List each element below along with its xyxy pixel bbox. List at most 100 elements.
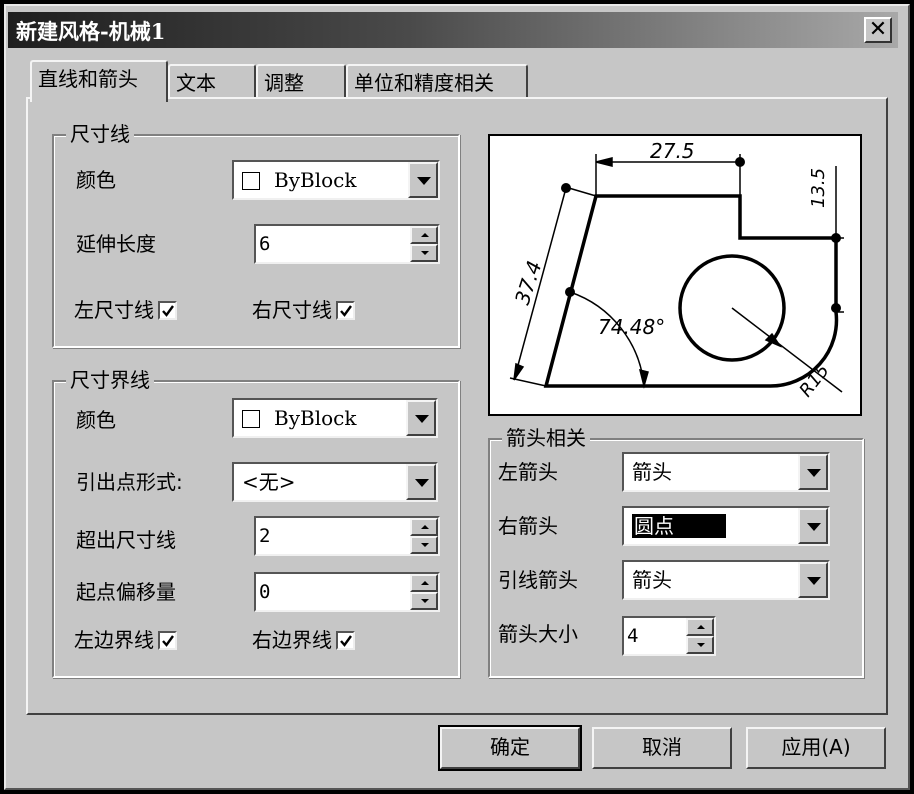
- leader-arrow-select[interactable]: 箭头: [622, 560, 830, 600]
- group-title: 尺寸界线: [66, 368, 154, 392]
- dim-dot: [565, 287, 575, 297]
- tab-lines-arrows[interactable]: 直线和箭头: [30, 60, 168, 102]
- tab-label: 单位和精度相关: [354, 71, 494, 95]
- cancel-button[interactable]: 取消: [592, 727, 732, 769]
- select-value: 箭头: [632, 568, 672, 592]
- check-icon: [340, 635, 352, 647]
- stepper-value: 4: [627, 625, 639, 647]
- left-dimline-label: 左尺寸线: [74, 298, 154, 322]
- spin-up-button[interactable]: [686, 618, 714, 636]
- check-icon: [340, 305, 352, 317]
- button-label: 取消: [642, 735, 682, 759]
- offset-label: 起点偏移量: [76, 580, 176, 604]
- spin-up-button[interactable]: [410, 518, 438, 536]
- right-extline-checkbox[interactable]: [336, 631, 355, 650]
- left-dimline-checkbox[interactable]: [158, 301, 177, 320]
- check-icon: [162, 635, 174, 647]
- part-outline: [543, 194, 839, 388]
- dim-dot: [831, 233, 841, 243]
- right-arrow-label: 右箭头: [498, 514, 558, 538]
- origin-form-label: 引出点形式:: [76, 470, 183, 494]
- arrow-down-icon: [421, 251, 429, 255]
- select-value: ByBlock: [274, 168, 357, 192]
- arrow-size-stepper[interactable]: 4: [622, 616, 716, 656]
- dropdown-button[interactable]: [798, 508, 828, 544]
- button-label: 应用(A): [781, 735, 851, 759]
- group-title: 尺寸线: [66, 122, 134, 146]
- spin-up-button[interactable]: [410, 226, 438, 244]
- dropdown-button[interactable]: [406, 464, 436, 500]
- dimline-color-label: 颜色: [76, 168, 116, 192]
- window-title: 新建风格-机械1: [16, 19, 166, 44]
- stepper-value: 6: [259, 233, 271, 255]
- arrow-down-icon: [421, 543, 429, 547]
- arrow-up-icon: [421, 581, 429, 585]
- left-arrow-select[interactable]: 箭头: [622, 452, 830, 492]
- arrow-up-icon: [421, 233, 429, 237]
- arrow-up-icon: [421, 525, 429, 529]
- spin-down-button[interactable]: [410, 592, 438, 610]
- chevron-down-icon: [807, 469, 821, 477]
- preview-area: 27.5 13.5 37.4 74.48° R15: [488, 134, 862, 416]
- tab-label: 直线和箭头: [38, 67, 138, 91]
- chevron-down-icon: [415, 415, 429, 423]
- dimline-color-select[interactable]: ByBlock: [232, 160, 440, 200]
- arrow-down-icon: [697, 643, 705, 647]
- chevron-down-icon: [807, 523, 821, 531]
- origin-form-select[interactable]: <无>: [232, 462, 438, 502]
- select-value: <无>: [242, 470, 296, 494]
- dropdown-button[interactable]: [408, 162, 438, 198]
- leader-arrow-label: 引线箭头: [498, 568, 578, 592]
- dim-dot: [561, 183, 571, 193]
- spin-down-button[interactable]: [686, 636, 714, 654]
- stepper-value: 2: [259, 525, 271, 547]
- tab-label: 调整: [264, 71, 304, 95]
- beyond-stepper[interactable]: 2: [254, 516, 440, 556]
- check-icon: [162, 305, 174, 317]
- dim-angle: [569, 291, 649, 389]
- dim-angle-text: 74.48°: [598, 315, 665, 339]
- arrow-up-icon: [697, 625, 705, 629]
- offset-stepper[interactable]: 0: [254, 572, 440, 612]
- button-label: 确定: [490, 735, 530, 759]
- tab-label: 文本: [176, 71, 216, 95]
- dropdown-button[interactable]: [406, 400, 436, 436]
- dim-dot: [831, 303, 841, 313]
- ok-button[interactable]: 确定: [438, 725, 582, 771]
- dropdown-button[interactable]: [798, 454, 828, 490]
- left-dimline-option: 左尺寸线: [74, 298, 177, 322]
- chevron-down-icon: [415, 479, 429, 487]
- color-swatch-icon: [242, 410, 260, 428]
- right-extline-label: 右边界线: [252, 628, 332, 652]
- chevron-down-icon: [807, 577, 821, 585]
- apply-button[interactable]: 应用(A): [746, 727, 886, 769]
- dropdown-button[interactable]: [798, 562, 828, 598]
- spin-down-button[interactable]: [410, 536, 438, 554]
- spin-down-button[interactable]: [410, 244, 438, 262]
- extend-length-stepper[interactable]: 6: [254, 224, 440, 264]
- right-dimline-checkbox[interactable]: [336, 301, 355, 320]
- dim-top-text: 27.5: [650, 139, 695, 163]
- title-bar: 新建风格-机械1 ✕: [8, 12, 898, 48]
- close-button[interactable]: ✕: [864, 17, 892, 43]
- left-extline-label: 左边界线: [74, 628, 154, 652]
- left-arrow-label: 左箭头: [498, 460, 558, 484]
- spin-up-button[interactable]: [410, 574, 438, 592]
- select-value: 圆点: [631, 513, 727, 539]
- dim-right-text: 13.5: [808, 168, 829, 208]
- select-value: 箭头: [632, 460, 672, 484]
- right-dimline-option: 右尺寸线: [252, 298, 355, 322]
- extline-color-select[interactable]: ByBlock: [232, 398, 438, 438]
- arrow-size-label: 箭头大小: [498, 622, 578, 646]
- group-title: 箭头相关: [502, 426, 590, 450]
- left-extline-checkbox[interactable]: [158, 631, 177, 650]
- extend-length-label: 延伸长度: [76, 232, 156, 256]
- select-value: ByBlock: [274, 406, 357, 430]
- arrow-down-icon: [421, 599, 429, 603]
- color-swatch-icon: [242, 172, 260, 190]
- stepper-value: 0: [259, 581, 271, 603]
- right-arrow-select[interactable]: 圆点: [622, 506, 830, 546]
- extline-color-label: 颜色: [76, 408, 116, 432]
- dim-dot: [735, 157, 745, 167]
- dimension-preview-drawing: 27.5 13.5 37.4 74.48° R15: [509, 139, 844, 401]
